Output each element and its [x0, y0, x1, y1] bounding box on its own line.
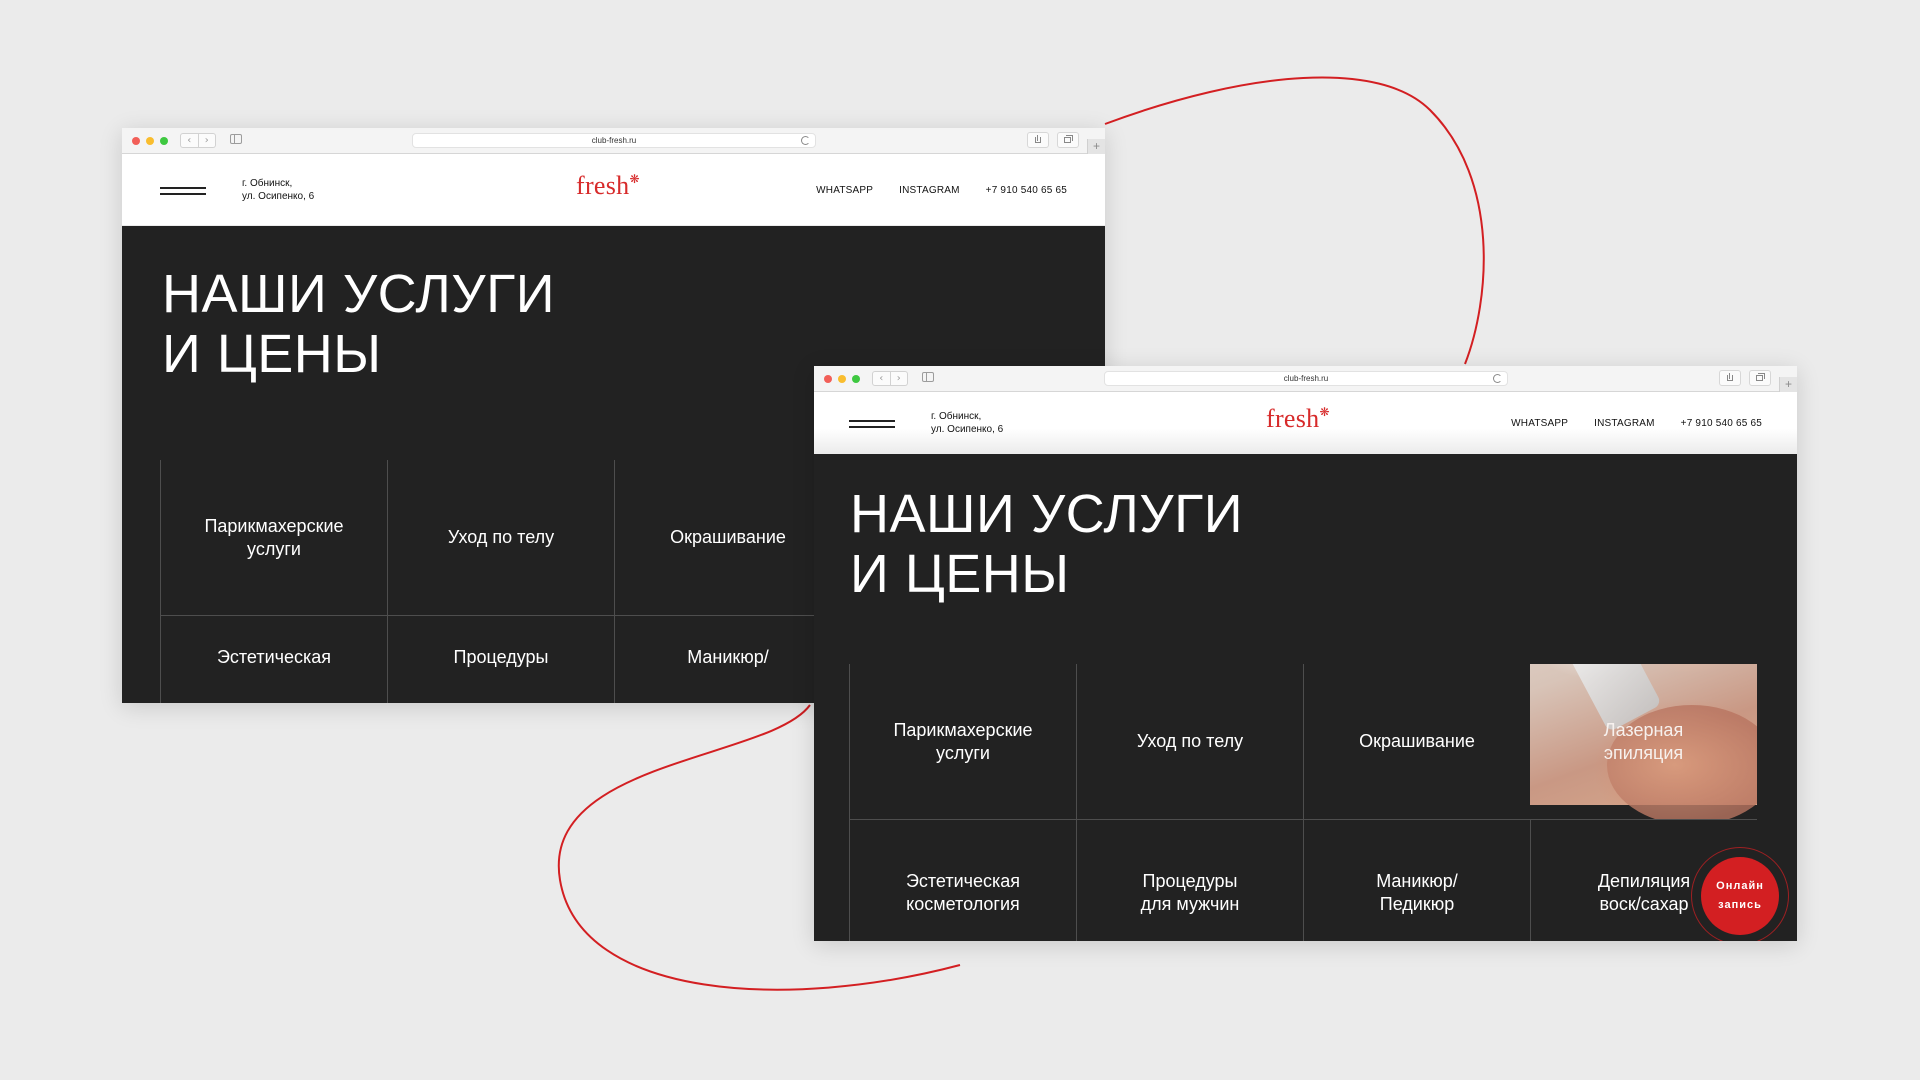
- close-window-icon[interactable]: [132, 137, 140, 145]
- service-tile[interactable]: Уход по телу: [1076, 664, 1303, 819]
- hamburger-menu-icon[interactable]: [849, 420, 895, 428]
- service-tile[interactable]: Маникюр/: [614, 615, 841, 703]
- logo-text: fresh: [576, 171, 630, 200]
- service-label: Эстетическая косметология: [905, 871, 1021, 914]
- site-header: г. Обнинск, ул. Осипенко, 6 fresh❋ WHATS…: [814, 392, 1797, 454]
- tab-overview-button[interactable]: [1749, 370, 1771, 386]
- service-tile[interactable]: Парикмахерские услуги: [160, 460, 387, 615]
- online-booking-button[interactable]: Онлайн запись: [1701, 857, 1779, 935]
- back-button[interactable]: ‹: [872, 371, 891, 386]
- fresh-logo[interactable]: fresh❋: [576, 171, 640, 201]
- service-label: Маникюр/: [687, 647, 769, 667]
- service-tile[interactable]: Эстетическая косметология: [849, 819, 1076, 941]
- address-city: г. Обнинск,: [931, 411, 982, 422]
- service-label: Эстетическая: [216, 647, 332, 667]
- phone-link[interactable]: +7 910 540 65 65: [1681, 418, 1762, 429]
- tab-overview-button[interactable]: [1057, 132, 1079, 148]
- address-street: ул. Осипенко, 6: [931, 424, 1004, 435]
- reload-icon[interactable]: [1493, 374, 1502, 383]
- whatsapp-link[interactable]: WHATSAPP: [816, 185, 873, 196]
- flower-icon: ❋: [1319, 405, 1330, 419]
- maximize-window-icon[interactable]: [160, 137, 168, 145]
- service-label: Уход по телу: [447, 527, 555, 547]
- service-tile[interactable]: Процедуры: [387, 615, 614, 703]
- title-line-2: И ЦЕНЫ: [162, 324, 382, 384]
- title-line-2: И ЦЕНЫ: [850, 544, 1070, 604]
- flower-icon: ❋: [629, 172, 640, 186]
- url-text: club-fresh.ru: [591, 136, 637, 145]
- service-label: Уход по телу: [1136, 731, 1244, 751]
- address-street: ул. Осипенко, 6: [242, 191, 315, 202]
- history-nav: ‹ ›: [872, 371, 908, 386]
- forward-button[interactable]: ›: [198, 133, 216, 148]
- hamburger-menu-icon[interactable]: [160, 187, 206, 195]
- page-title: НАШИ УСЛУГИ И ЦЕНЫ: [850, 484, 1243, 604]
- service-label: Маникюр/ Педикюр: [1376, 871, 1458, 914]
- browser-toolbar: ‹ › club-fresh.ru +: [814, 366, 1797, 392]
- sidebar-toggle-icon[interactable]: [230, 134, 242, 144]
- back-button[interactable]: ‹: [180, 133, 199, 148]
- booking-label-line1: Онлайн: [1716, 880, 1764, 892]
- service-label: Окрашивание: [1359, 731, 1475, 751]
- minimize-window-icon[interactable]: [146, 137, 154, 145]
- services-grid: Парикмахерские услуги Уход по телу Окраш…: [849, 664, 1791, 941]
- forward-button[interactable]: ›: [890, 371, 908, 386]
- address-bar[interactable]: club-fresh.ru: [412, 133, 816, 148]
- header-links: WHATSAPP INSTAGRAM +7 910 540 65 65: [1511, 418, 1762, 429]
- service-tile[interactable]: Окрашивание: [614, 460, 841, 615]
- service-label: Лазерная эпиляция: [1603, 719, 1684, 763]
- whatsapp-link[interactable]: WHATSAPP: [1511, 418, 1568, 429]
- service-tile[interactable]: Уход по телу: [387, 460, 614, 615]
- browser-window-front: ‹ › club-fresh.ru + г. Обнинск, ул. Осип…: [814, 366, 1797, 941]
- browser-toolbar: ‹ › club-fresh.ru +: [122, 128, 1105, 154]
- share-button[interactable]: [1027, 132, 1049, 148]
- new-tab-button[interactable]: +: [1087, 139, 1105, 154]
- title-line-1: НАШИ УСЛУГИ: [162, 264, 556, 324]
- service-tile[interactable]: Окрашивание: [1303, 664, 1530, 819]
- instagram-link[interactable]: INSTAGRAM: [1594, 418, 1655, 429]
- phone-link[interactable]: +7 910 540 65 65: [986, 185, 1067, 196]
- service-tile[interactable]: Эстетическая: [160, 615, 387, 703]
- reload-icon[interactable]: [801, 136, 810, 145]
- title-line-1: НАШИ УСЛУГИ: [850, 484, 1244, 544]
- service-label: Процедуры: [453, 647, 549, 667]
- header-links: WHATSAPP INSTAGRAM +7 910 540 65 65: [816, 185, 1067, 196]
- service-label: Депиляция воск/сахар: [1597, 871, 1691, 914]
- history-nav: ‹ ›: [180, 133, 216, 148]
- fresh-logo[interactable]: fresh❋: [1266, 404, 1330, 434]
- service-label: Окрашивание: [670, 527, 786, 547]
- service-label: Парикмахерские услуги: [204, 515, 344, 559]
- address-city: г. Обнинск,: [242, 178, 293, 189]
- share-button[interactable]: [1719, 370, 1741, 386]
- service-label: Процедуры для мужчин: [1140, 871, 1240, 914]
- close-window-icon[interactable]: [824, 375, 832, 383]
- salon-address: г. Обнинск, ул. Осипенко, 6: [931, 410, 1003, 436]
- service-label: Парикмахерские услуги: [893, 719, 1033, 763]
- instagram-link[interactable]: INSTAGRAM: [899, 185, 960, 196]
- site-header: г. Обнинск, ул. Осипенко, 6 fresh❋ WHATS…: [122, 154, 1105, 226]
- service-tile[interactable]: Маникюр/ Педикюр: [1303, 819, 1530, 941]
- service-tile[interactable]: Парикмахерские услуги: [849, 664, 1076, 819]
- sidebar-toggle-icon[interactable]: [922, 372, 934, 382]
- salon-address: г. Обнинск, ул. Осипенко, 6: [242, 177, 314, 203]
- page-title: НАШИ УСЛУГИ И ЦЕНЫ: [162, 264, 555, 384]
- url-text: club-fresh.ru: [1283, 374, 1329, 383]
- new-tab-button[interactable]: +: [1779, 377, 1797, 392]
- service-tile-highlighted[interactable]: Лазерная эпиляция: [1530, 664, 1757, 819]
- maximize-window-icon[interactable]: [852, 375, 860, 383]
- service-tile[interactable]: Процедуры для мужчин: [1076, 819, 1303, 941]
- address-bar[interactable]: club-fresh.ru: [1104, 371, 1508, 386]
- logo-text: fresh: [1266, 404, 1320, 433]
- booking-label-line2: запись: [1718, 899, 1762, 911]
- minimize-window-icon[interactable]: [838, 375, 846, 383]
